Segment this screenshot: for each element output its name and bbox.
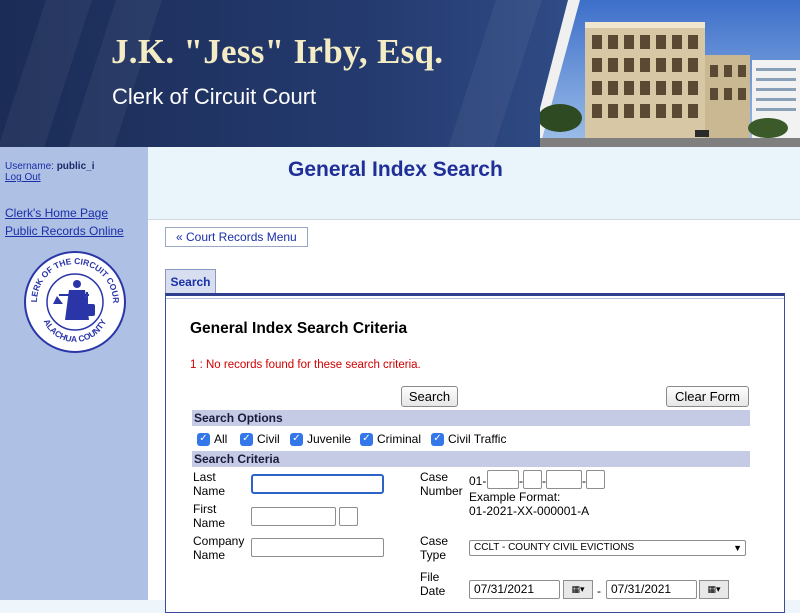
first-name-label-line1: First	[193, 502, 217, 516]
clerk-seal-logo: CLERK OF THE CIRCUIT COURT ALACHUA COUNT…	[23, 250, 126, 353]
checkbox-civil-label: Civil	[257, 432, 280, 446]
last-name-label: Last Name	[193, 470, 225, 498]
logout-link[interactable]: Log Out	[5, 172, 41, 183]
checkbox-checked-icon[interactable]: ✓	[431, 432, 444, 446]
checkbox-civil-traffic-label: Civil Traffic	[448, 432, 507, 446]
checkbox-checked-icon[interactable]: ✓	[240, 432, 253, 446]
clerk-name-title: J.K. "Jess" Irby, Esq.	[111, 32, 444, 71]
chevron-down-icon[interactable]: ▼	[733, 541, 742, 555]
case-court-type-input[interactable]	[523, 470, 542, 489]
first-name-input[interactable]	[251, 507, 336, 526]
public-records-online-link[interactable]: Public Records Online	[5, 224, 124, 238]
case-number-label-line2: Number	[420, 484, 463, 498]
clear-form-button[interactable]: Clear Form	[666, 386, 749, 407]
middle-initial-input[interactable]	[339, 507, 358, 526]
case-year-input[interactable]	[487, 470, 519, 489]
company-name-input[interactable]	[251, 538, 384, 557]
courthouse-photo	[540, 0, 800, 147]
last-name-input[interactable]	[251, 474, 384, 494]
case-type-label-line1: Case	[420, 534, 449, 548]
header-decor-stripe	[437, 0, 549, 147]
last-name-label-line2: Name	[193, 484, 226, 498]
criteria-title: General Index Search Criteria	[190, 320, 408, 337]
checkbox-all[interactable]: ✓ All	[197, 432, 227, 446]
checkbox-checked-icon[interactable]: ✓	[197, 432, 210, 446]
search-criteria-header: Search Criteria	[192, 451, 750, 467]
date-range-separator: -	[597, 584, 601, 598]
court-records-menu-button[interactable]: « Court Records Menu	[165, 227, 308, 247]
checkbox-civil-traffic[interactable]: ✓ Civil Traffic	[431, 432, 506, 446]
checkbox-criminal[interactable]: ✓ Criminal	[360, 432, 421, 446]
case-type-selected: CCLT - COUNTY CIVIL EVICTIONS	[474, 542, 635, 553]
username-label: Username:	[5, 161, 54, 172]
tab-search[interactable]: Search	[165, 269, 216, 294]
checkbox-juvenile[interactable]: ✓ Juvenile	[290, 432, 351, 446]
case-number-prefix: 01-	[469, 474, 487, 488]
case-example-label: Example Format:	[469, 490, 561, 504]
company-name-label-line1: Company	[193, 534, 245, 548]
checkbox-criminal-label: Criminal	[377, 432, 422, 446]
case-example-value: 01-2021-XX-000001-A	[469, 504, 590, 518]
clerks-home-page-link[interactable]: Clerk's Home Page	[5, 206, 108, 220]
page-title: General Index Search	[288, 158, 503, 181]
username-value: public_i	[56, 161, 95, 172]
username-display: Username: public_i	[5, 161, 94, 172]
file-date-from-input[interactable]: 07/31/2021	[469, 580, 560, 599]
checkbox-checked-icon[interactable]: ✓	[290, 432, 303, 446]
calendar-icon[interactable]: ▦▾	[563, 580, 593, 599]
company-name-label-line2: Name	[193, 548, 226, 562]
site-header: J.K. "Jess" Irby, Esq. Clerk of Circuit …	[0, 0, 800, 147]
checkbox-checked-icon[interactable]: ✓	[360, 432, 373, 446]
calendar-icon[interactable]: ▦▾	[699, 580, 729, 599]
case-type-select[interactable]: CCLT - COUNTY CIVIL EVICTIONS ▼	[469, 540, 746, 556]
case-number-label: Case Number	[420, 470, 463, 498]
file-date-to-input[interactable]: 07/31/2021	[606, 580, 697, 599]
panel-divider	[166, 298, 784, 299]
file-date-label-line1: File	[420, 570, 440, 584]
first-name-label-line2: Name	[193, 516, 226, 530]
checkbox-all-label: All	[214, 432, 228, 446]
checkbox-civil[interactable]: ✓ Civil	[240, 432, 280, 446]
error-message: 1 : No records found for these search cr…	[190, 359, 421, 371]
case-type-label: Case Type	[420, 534, 448, 562]
company-name-label: Company Name	[193, 534, 244, 562]
file-date-label-line2: Date	[420, 584, 446, 598]
case-suffix-input[interactable]	[586, 470, 605, 489]
last-name-label-line1: Last	[193, 470, 216, 484]
search-options-header: Search Options	[192, 410, 750, 426]
clerk-subtitle: Clerk of Circuit Court	[112, 84, 317, 109]
page-title-area: General Index Search	[148, 147, 800, 220]
case-type-label-line2: Type	[420, 548, 447, 562]
checkbox-juvenile-label: Juvenile	[307, 432, 352, 446]
search-button[interactable]: Search	[401, 386, 458, 407]
left-sidebar: Username: public_i Log Out Clerk's Home …	[0, 147, 148, 600]
case-sequence-input[interactable]	[546, 470, 582, 489]
first-name-label: First Name	[193, 502, 225, 530]
file-date-label: File Date	[420, 570, 445, 598]
case-number-label-line1: Case	[420, 470, 449, 484]
